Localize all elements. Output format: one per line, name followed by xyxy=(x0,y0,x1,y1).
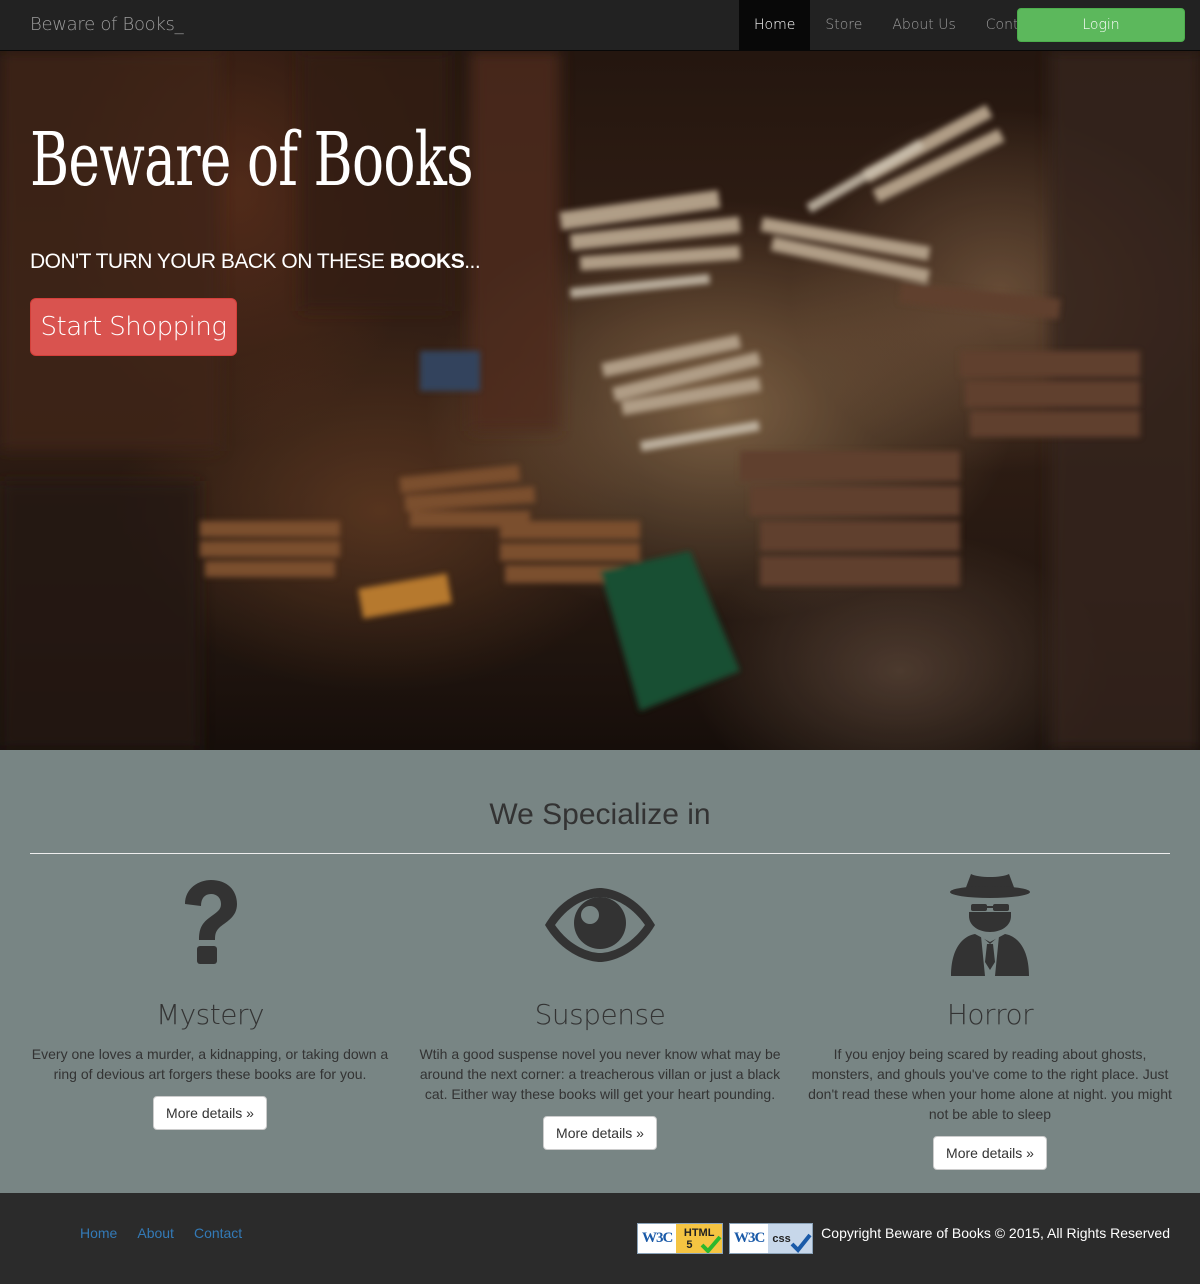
more-details-button[interactable]: More details » xyxy=(933,1136,1047,1170)
genre-description: Wtih a good suspense novel you never kno… xyxy=(419,1046,781,1102)
brand-logo[interactable]: Beware of Books_ xyxy=(30,14,184,35)
nav-about-us[interactable]: About Us xyxy=(877,0,970,50)
w3c-logo: W3C xyxy=(642,1230,673,1246)
start-shopping-button[interactable]: Start Shopping xyxy=(30,298,237,356)
genre-title: Suspense xyxy=(534,998,666,1031)
nav-home[interactable]: Home xyxy=(739,0,811,50)
genre-title: Horror xyxy=(946,998,1034,1031)
main-nav: Home Store About Us Contact xyxy=(739,0,1055,50)
check-icon xyxy=(700,1235,722,1253)
footer-link-about[interactable]: About xyxy=(137,1225,174,1241)
w3c-css-badge[interactable]: W3C css xyxy=(729,1223,813,1254)
css-tag: css xyxy=(768,1224,812,1253)
login-button[interactable]: Login xyxy=(1017,8,1185,42)
html5-tag: HTML 5 xyxy=(676,1224,722,1253)
genre-description: Every one loves a murder, a kidnapping, … xyxy=(31,1046,389,1082)
hero-banner: Beware of Books DON'T TURN YOUR BACK ON … xyxy=(0,51,1200,750)
more-details-button[interactable]: More details » xyxy=(153,1096,267,1130)
w3c-html5-badge[interactable]: W3C HTML 5 xyxy=(637,1223,723,1254)
hero-subtitle: DON'T TURN YOUR BACK ON THESE BOOKS... xyxy=(30,250,481,274)
question-mark-icon xyxy=(185,880,237,964)
divider xyxy=(30,853,1170,854)
footer-link-home[interactable]: Home xyxy=(80,1225,117,1241)
html5-version: 5 xyxy=(686,1238,693,1251)
genre-horror: Horror If you enjoy being scared by read… xyxy=(795,870,1185,1170)
copyright-text: Copyright Beware of Books © 2015, All Ri… xyxy=(821,1225,1170,1241)
more-details-button[interactable]: More details » xyxy=(543,1116,657,1150)
spy-icon xyxy=(950,874,1030,976)
eye-icon xyxy=(545,888,655,962)
hero-title: Beware of Books xyxy=(30,117,474,203)
navbar: Beware of Books_ Home Store About Us Con… xyxy=(0,0,1200,51)
check-icon xyxy=(790,1233,812,1253)
footer: Home About Contact W3C HTML 5 W3C css Co… xyxy=(0,1193,1200,1284)
footer-nav: Home About Contact xyxy=(80,1225,242,1241)
genre-suspense: Suspense Wtih a good suspense novel you … xyxy=(405,870,795,1150)
hero-subtitle-bold: BOOKS xyxy=(389,250,465,273)
hero-subtitle-ellipsis: ... xyxy=(464,250,481,273)
specialize-section: We Specialize in Mystery Every one loves… xyxy=(0,750,1200,1193)
nav-store[interactable]: Store xyxy=(810,0,877,50)
genre-mystery: Mystery Every one loves a murder, a kidn… xyxy=(15,870,405,1130)
genre-description: If you enjoy being scared by reading abo… xyxy=(808,1046,1172,1122)
section-title: We Specialize in xyxy=(489,798,711,831)
footer-link-contact[interactable]: Contact xyxy=(194,1225,242,1241)
hero-subtitle-text: DON'T TURN YOUR BACK ON THESE xyxy=(30,250,390,273)
genre-title: Mystery xyxy=(155,998,265,1031)
css-label: css xyxy=(772,1232,791,1245)
w3c-logo: W3C xyxy=(734,1230,765,1246)
